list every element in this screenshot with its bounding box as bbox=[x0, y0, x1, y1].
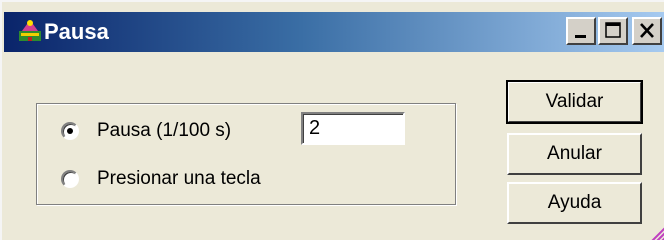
minimize-icon bbox=[575, 35, 586, 38]
close-icon bbox=[640, 23, 654, 38]
validar-button[interactable]: Validar bbox=[506, 80, 643, 124]
pause-radio-label: Pausa (1/100 s) bbox=[97, 120, 232, 141]
ayuda-button[interactable]: Ayuda bbox=[507, 182, 642, 224]
keypress-radio-option[interactable]: Presionar una tecla bbox=[61, 168, 261, 190]
title-bar[interactable]: Pausa bbox=[4, 12, 664, 52]
app-icon bbox=[19, 20, 41, 41]
pausa-dialog: Pausa Pausa (1/100 s) 2 Presionar una te… bbox=[0, 0, 664, 240]
keypress-radio[interactable] bbox=[61, 170, 79, 188]
pause-duration-input[interactable] bbox=[301, 112, 405, 145]
resize-grip-icon[interactable] bbox=[646, 222, 664, 240]
pause-options-group: Pausa (1/100 s) Presionar una tecla bbox=[36, 103, 456, 205]
close-button[interactable] bbox=[632, 17, 662, 45]
anular-button[interactable]: Anular bbox=[507, 133, 642, 175]
window-title: Pausa bbox=[44, 19, 109, 44]
maximize-button[interactable] bbox=[598, 17, 628, 45]
keypress-radio-label: Presionar una tecla bbox=[97, 168, 261, 189]
radio-selected-dot bbox=[67, 128, 73, 134]
pause-radio[interactable] bbox=[61, 122, 79, 140]
pause-radio-option[interactable]: Pausa (1/100 s) bbox=[61, 120, 231, 142]
minimize-button[interactable] bbox=[566, 17, 596, 45]
maximize-icon bbox=[605, 22, 621, 38]
